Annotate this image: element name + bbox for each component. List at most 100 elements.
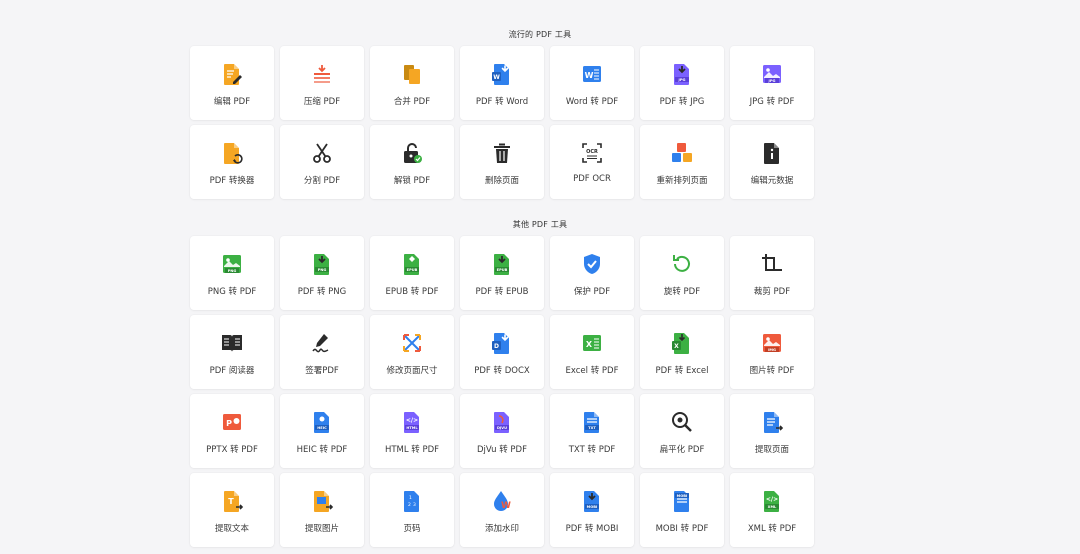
- watermark-icon: W: [490, 489, 514, 513]
- tool-label: 图片转 PDF: [749, 366, 795, 376]
- popular-tool-tile-7[interactable]: PDF 转换器: [190, 125, 274, 199]
- svg-text:HTML: HTML: [406, 426, 418, 430]
- other-tool-tile-18[interactable]: TXT TXT 转 PDF: [550, 394, 634, 468]
- svg-text:JPG: JPG: [768, 79, 776, 83]
- svg-text:1: 1: [409, 495, 412, 501]
- popular-tools-title: 流行的 PDF 工具: [508, 30, 572, 39]
- popular-tool-tile-2[interactable]: 合并 PDF: [370, 46, 454, 120]
- mobi-download-icon: MOBI: [580, 489, 604, 513]
- page-numbers-icon: 123: [400, 489, 424, 513]
- popular-tool-tile-10[interactable]: 删除页面: [460, 125, 544, 199]
- tool-label: PPTX 转 PDF: [206, 445, 258, 455]
- popular-tool-tile-1[interactable]: 压缩 PDF: [280, 46, 364, 120]
- popular-tool-tile-3[interactable]: W PDF 转 Word: [460, 46, 544, 120]
- tool-label: PDF 转 Word: [475, 97, 529, 107]
- svg-text:OCR: OCR: [586, 149, 598, 155]
- popular-tool-tile-6[interactable]: JPG JPG 转 PDF: [730, 46, 814, 120]
- tool-label: 签署PDF: [305, 366, 339, 376]
- popular-tool-tile-9[interactable]: 解锁 PDF: [370, 125, 454, 199]
- heic-icon: HEIC: [310, 410, 334, 434]
- tool-label: EPUB 转 PDF: [385, 287, 439, 297]
- other-tool-tile-1[interactable]: PNG PDF 转 PNG: [280, 236, 364, 310]
- rotate-icon: [670, 252, 694, 276]
- popular-tool-tile-12[interactable]: 重新排列页面: [640, 125, 724, 199]
- convert-icon: [220, 141, 244, 165]
- svg-text:D: D: [494, 343, 499, 350]
- jpg-download-icon: JPG: [670, 62, 694, 86]
- other-tool-tile-16[interactable]: </> HTML HTML 转 PDF: [370, 394, 454, 468]
- other-tool-tile-14[interactable]: P PPTX 转 PDF: [190, 394, 274, 468]
- book-icon: [220, 331, 244, 355]
- tool-label: PDF 转 DOCX: [474, 366, 530, 376]
- svg-text:2: 2: [408, 502, 411, 508]
- other-tool-tile-19[interactable]: 扁平化 PDF: [640, 394, 724, 468]
- tool-label: 重新排列页面: [656, 176, 708, 186]
- other-tool-tile-6[interactable]: 裁剪 PDF: [730, 236, 814, 310]
- svg-text:IMG: IMG: [768, 348, 776, 352]
- other-tool-tile-3[interactable]: EPUB PDF 转 EPUB: [460, 236, 544, 310]
- other-tool-tile-27[interactable]: </> XML XML 转 PDF: [730, 473, 814, 547]
- shield-check-icon: [580, 252, 604, 276]
- png-download-icon: PNG: [310, 252, 334, 276]
- other-tool-tile-10[interactable]: D PDF 转 DOCX: [460, 315, 544, 389]
- other-tool-tile-7[interactable]: PDF 阅读器: [190, 315, 274, 389]
- other-tool-tile-17[interactable]: DJVU DjVu 转 PDF: [460, 394, 544, 468]
- svg-text:MOBI: MOBI: [587, 505, 598, 509]
- other-tool-tile-21[interactable]: T 提取文本: [190, 473, 274, 547]
- excel-icon: X: [580, 331, 604, 355]
- other-tool-tile-11[interactable]: X Excel 转 PDF: [550, 315, 634, 389]
- popular-tool-tile-11[interactable]: OCR PDF OCR: [550, 125, 634, 199]
- other-tool-tile-12[interactable]: X PDF 转 Excel: [640, 315, 724, 389]
- svg-text:PNG: PNG: [318, 268, 327, 272]
- popular-tool-tile-5[interactable]: JPG PDF 转 JPG: [640, 46, 724, 120]
- other-tools-grid: PNG PNG 转 PDF PNG PDF 转 PNG EPUB EPUB 转 PDF EP…: [190, 236, 814, 547]
- tool-label: 保护 PDF: [573, 287, 611, 297]
- other-tool-tile-23[interactable]: 1 2 3 页码: [370, 473, 454, 547]
- other-tool-tile-26[interactable]: MOBI MOBI 转 PDF: [640, 473, 724, 547]
- other-tool-tile-8[interactable]: 签署PDF: [280, 315, 364, 389]
- compress-icon: [310, 62, 334, 86]
- popular-tool-tile-4[interactable]: W Word 转 PDF: [550, 46, 634, 120]
- jpg-image-icon: JPG: [760, 62, 784, 86]
- docx-download-icon: D: [490, 331, 514, 355]
- other-tool-tile-13[interactable]: IMG 图片转 PDF: [730, 315, 814, 389]
- svg-text:T: T: [228, 497, 234, 506]
- tool-label: PDF 转 PNG: [297, 287, 347, 297]
- excel-download-icon: X: [670, 331, 694, 355]
- svg-text:MOBI: MOBI: [677, 494, 688, 498]
- djvu-icon: DJVU: [490, 410, 514, 434]
- scissors-icon: [310, 141, 334, 165]
- img-icon: IMG: [760, 331, 784, 355]
- tool-label: 提取文本: [214, 524, 249, 534]
- tool-label: PDF 转 JPG: [659, 97, 705, 107]
- tool-label: PDF 转 MOBI: [565, 524, 619, 534]
- merge-icon: [400, 62, 424, 86]
- mobi-icon: MOBI: [670, 489, 694, 513]
- other-tool-tile-25[interactable]: MOBI PDF 转 MOBI: [550, 473, 634, 547]
- tool-label: 提取图片: [304, 524, 339, 534]
- tool-label: 页码: [403, 524, 421, 534]
- popular-tool-tile-13[interactable]: 编辑元数据: [730, 125, 814, 199]
- epub-icon: EPUB: [400, 252, 424, 276]
- other-tool-tile-24[interactable]: W 添加水印: [460, 473, 544, 547]
- popular-tools-grid: 编辑 PDF 压缩 PDF 合并 PDF W PDF 转 Word W Word 转 PDF…: [190, 46, 814, 199]
- popular-tool-tile-8[interactable]: 分割 PDF: [280, 125, 364, 199]
- html-icon: </> HTML: [400, 410, 424, 434]
- other-tools-title: 其他 PDF 工具: [512, 220, 568, 229]
- svg-text:JPG: JPG: [678, 78, 686, 82]
- other-tool-tile-4[interactable]: 保护 PDF: [550, 236, 634, 310]
- tool-label: PDF 转换器: [209, 176, 255, 186]
- epub-download-icon: EPUB: [490, 252, 514, 276]
- tool-label: Excel 转 PDF: [565, 366, 619, 376]
- word-download-icon: W: [490, 62, 514, 86]
- xml-icon: </> XML: [760, 489, 784, 513]
- other-tool-tile-0[interactable]: PNG PNG 转 PDF: [190, 236, 274, 310]
- other-tool-tile-5[interactable]: 旋转 PDF: [640, 236, 724, 310]
- other-tool-tile-15[interactable]: HEIC HEIC 转 PDF: [280, 394, 364, 468]
- other-tool-tile-9[interactable]: 修改页面尺寸: [370, 315, 454, 389]
- other-tool-tile-2[interactable]: EPUB EPUB 转 PDF: [370, 236, 454, 310]
- popular-tool-tile-0[interactable]: 编辑 PDF: [190, 46, 274, 120]
- svg-text:P: P: [226, 419, 232, 428]
- other-tool-tile-20[interactable]: 提取页面: [730, 394, 814, 468]
- other-tool-tile-22[interactable]: 提取图片: [280, 473, 364, 547]
